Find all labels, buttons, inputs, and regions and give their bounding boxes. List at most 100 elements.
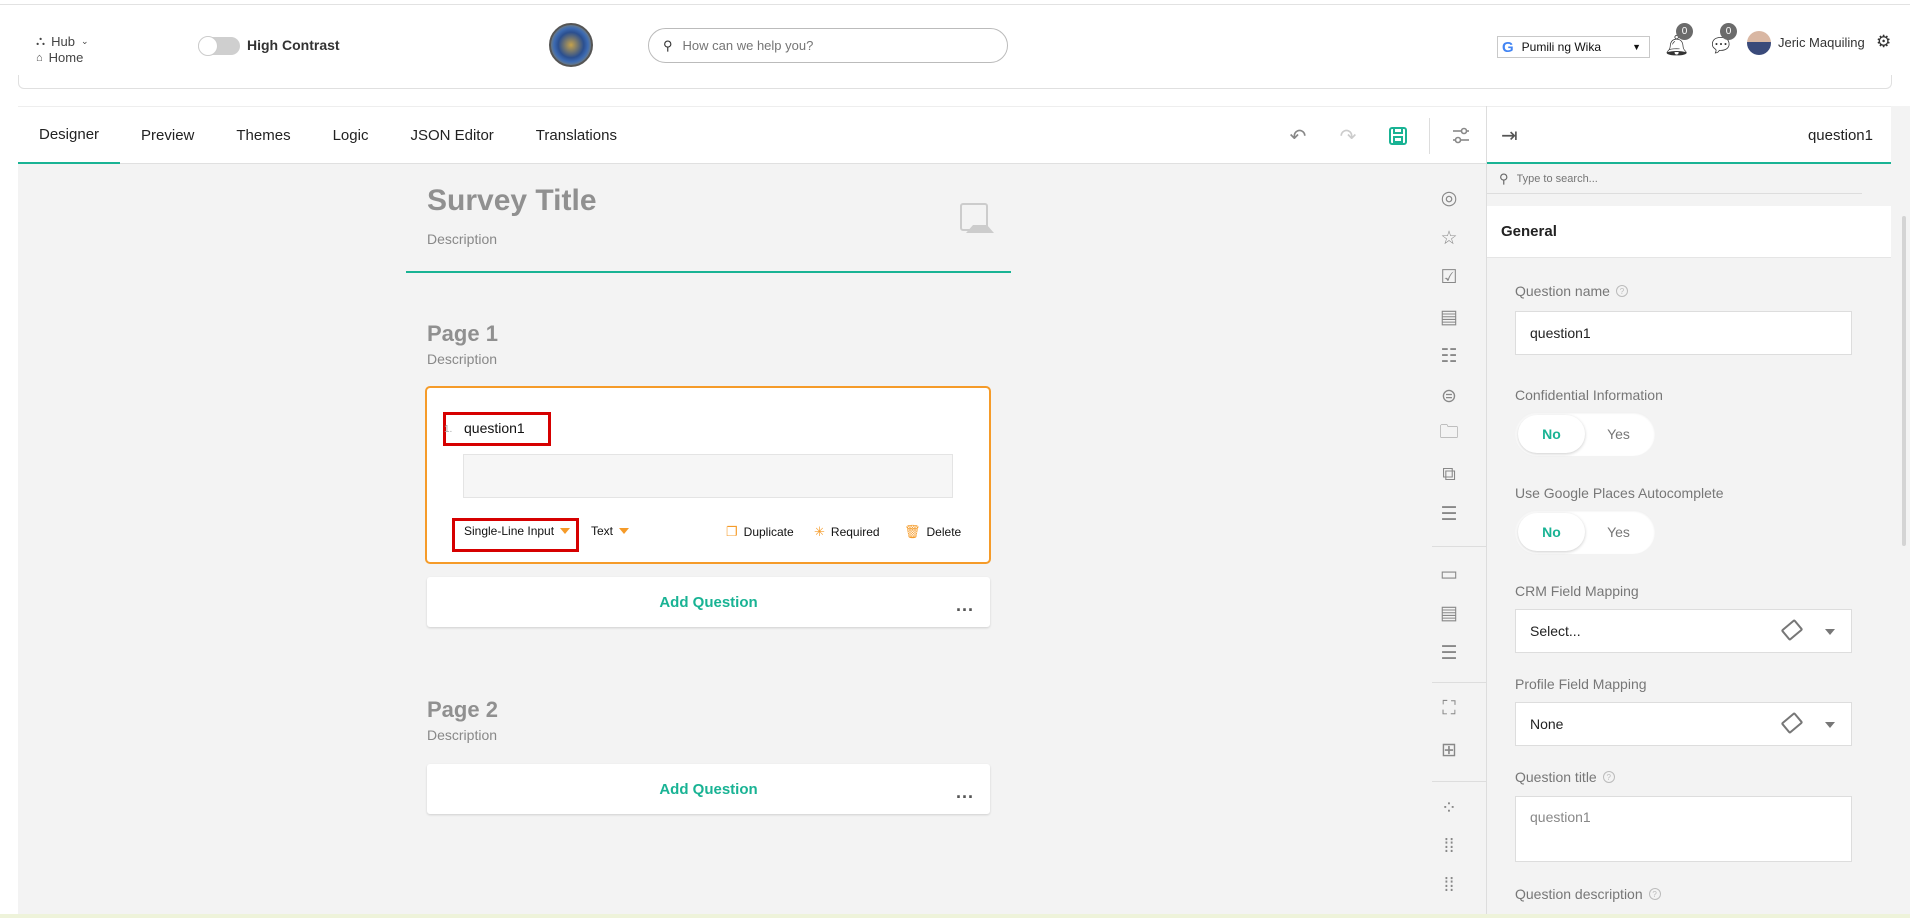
- redo-icon[interactable]: ↷: [1323, 107, 1373, 165]
- property-panel-header: ⇥ question1: [1487, 106, 1891, 164]
- checkbox-icon[interactable]: ☑: [1424, 262, 1474, 292]
- high-contrast-toggle[interactable]: [198, 36, 240, 56]
- matrix-dropdown-icon[interactable]: ⁞⁞: [1424, 832, 1474, 862]
- tab-logic[interactable]: Logic: [312, 106, 390, 164]
- image-picker-icon[interactable]: ⧉: [1424, 460, 1474, 490]
- eraser-icon[interactable]: [1780, 618, 1804, 642]
- sitemap-icon: ⛬: [36, 33, 46, 48]
- tab-json-editor[interactable]: JSON Editor: [389, 106, 514, 164]
- chevron-down-icon[interactable]: [1825, 629, 1835, 635]
- more-options-icon[interactable]: ...: [956, 595, 974, 616]
- tab-preview[interactable]: Preview: [120, 106, 215, 164]
- add-question-button-page-2[interactable]: Add Question ...: [427, 764, 990, 814]
- panel-icon[interactable]: ⛶: [1424, 694, 1474, 724]
- file-folder-icon[interactable]: 🗀: [1424, 419, 1474, 449]
- panel-scrollbar[interactable]: [1902, 216, 1906, 546]
- confidential-yes-option[interactable]: Yes: [1585, 415, 1652, 453]
- single-input-icon[interactable]: ▭: [1424, 559, 1474, 589]
- question-name-input[interactable]: question1: [1515, 311, 1852, 355]
- add-question-label: Add Question: [659, 780, 758, 798]
- organization-logo[interactable]: [549, 23, 593, 67]
- tagbox-icon[interactable]: ☷: [1424, 341, 1474, 371]
- logo-placeholder-icon[interactable]: [960, 203, 994, 233]
- boolean-icon[interactable]: ⊜: [1424, 381, 1474, 411]
- delete-button[interactable]: 🗑︎ Delete: [904, 524, 961, 540]
- toolbar-actions: ↶ ↷: [1273, 107, 1486, 165]
- survey-title[interactable]: Survey Title: [427, 184, 597, 218]
- multiple-text-icon[interactable]: ☰: [1424, 638, 1474, 668]
- dynamic-panel-icon[interactable]: ⊞: [1424, 735, 1474, 765]
- required-button[interactable]: ✳ Required: [814, 524, 880, 540]
- page-2-title[interactable]: Page 2: [427, 697, 498, 723]
- title-underline: [406, 271, 1011, 273]
- settings-sliders-icon[interactable]: [1436, 107, 1486, 165]
- notifications-badge: 0: [1676, 23, 1693, 40]
- page-1-title[interactable]: Page 1: [427, 321, 498, 347]
- question-title-label: Question title ?: [1515, 769, 1615, 785]
- language-select[interactable]: G Pumili ng Wika ▼: [1497, 36, 1650, 58]
- help-search-box[interactable]: ⚲: [648, 28, 1008, 63]
- confidential-no-option[interactable]: No: [1518, 415, 1585, 453]
- high-contrast-label: High Contrast: [247, 37, 340, 53]
- ranking-icon[interactable]: ☰: [1424, 499, 1474, 529]
- duplicate-icon: ❐: [726, 524, 738, 539]
- input-type-dropdown[interactable]: Text: [591, 524, 630, 538]
- more-options-icon[interactable]: ...: [956, 782, 974, 803]
- crm-mapping-select[interactable]: Select...: [1515, 609, 1852, 653]
- dropdown-list-icon[interactable]: ▤: [1424, 302, 1474, 332]
- tab-themes[interactable]: Themes: [215, 106, 311, 164]
- radiogroup-icon[interactable]: ◎: [1424, 183, 1474, 213]
- google-places-toggle[interactable]: No Yes: [1515, 510, 1655, 554]
- question-type-dropdown[interactable]: Single-Line Input: [464, 524, 571, 538]
- general-section-header[interactable]: General: [1487, 206, 1891, 258]
- survey-description[interactable]: Description: [427, 231, 497, 247]
- matrix-icon[interactable]: ⁘: [1424, 793, 1474, 823]
- language-label: Pumili ng Wika: [1521, 40, 1602, 54]
- google-places-label: Use Google Places Autocomplete: [1515, 485, 1724, 501]
- profile-mapping-select[interactable]: None: [1515, 702, 1852, 746]
- search-icon: ⚲: [663, 37, 673, 53]
- avatar[interactable]: [1747, 31, 1771, 55]
- add-question-button[interactable]: Add Question ...: [427, 577, 990, 627]
- notifications-button[interactable]: 🔔︎ 0: [1664, 23, 1693, 58]
- question-name-label-text: Question name: [1515, 283, 1610, 299]
- collapse-panel-icon[interactable]: ⇥: [1501, 123, 1518, 148]
- home-icon: ⌂: [36, 51, 43, 64]
- eraser-icon[interactable]: [1780, 711, 1804, 735]
- comment-icon[interactable]: ▤: [1424, 598, 1474, 628]
- google-places-no-option[interactable]: No: [1518, 513, 1585, 551]
- tab-designer[interactable]: Designer: [18, 106, 121, 164]
- question-title-textarea[interactable]: question1: [1515, 796, 1852, 862]
- google-places-yes-option[interactable]: Yes: [1585, 513, 1652, 551]
- page-2-description[interactable]: Description: [427, 727, 497, 743]
- app-root: ⛬ Hub ⌄ ⌂ Home High Contrast ⚲ G Pumili …: [0, 0, 1910, 918]
- tab-translations[interactable]: Translations: [515, 106, 638, 164]
- toolbox-divider: [1432, 781, 1486, 782]
- duplicate-label: Duplicate: [743, 525, 794, 539]
- question-card[interactable]: 1. question1 Single-Line Input Text ❐ Du…: [425, 386, 991, 564]
- home-link[interactable]: ⌂ Home: [36, 50, 83, 65]
- hub-menu[interactable]: ⛬ Hub ⌄: [36, 33, 89, 49]
- confidential-toggle[interactable]: No Yes: [1515, 412, 1655, 456]
- question-title-label-text: Question title: [1515, 769, 1597, 785]
- user-name[interactable]: Jeric Maquiling: [1778, 35, 1865, 50]
- bottom-edge: [0, 914, 1910, 918]
- help-search-input[interactable]: [682, 38, 963, 53]
- chevron-down-icon[interactable]: [1825, 722, 1835, 728]
- question-title[interactable]: question1: [464, 420, 525, 436]
- dropdown-arrow-icon: ▼: [1632, 42, 1641, 52]
- undo-icon[interactable]: ↶: [1273, 107, 1323, 165]
- rating-star-icon[interactable]: ☆: [1424, 223, 1474, 253]
- matrix-dynamic-icon[interactable]: ⁞⁞: [1424, 871, 1474, 901]
- property-search-input[interactable]: [1516, 172, 1659, 185]
- help-icon[interactable]: ?: [1615, 285, 1628, 297]
- property-search[interactable]: ⚲: [1487, 164, 1862, 194]
- gear-icon[interactable]: ⚙: [1876, 32, 1891, 52]
- help-icon[interactable]: ?: [1602, 771, 1615, 783]
- help-icon[interactable]: ?: [1648, 888, 1661, 900]
- save-icon[interactable]: [1373, 107, 1423, 165]
- messages-button[interactable]: 💬︎ 0: [1708, 23, 1737, 58]
- duplicate-button[interactable]: ❐ Duplicate: [726, 524, 794, 540]
- profile-mapping-value: None: [1530, 716, 1564, 732]
- page-1-description[interactable]: Description: [427, 351, 497, 367]
